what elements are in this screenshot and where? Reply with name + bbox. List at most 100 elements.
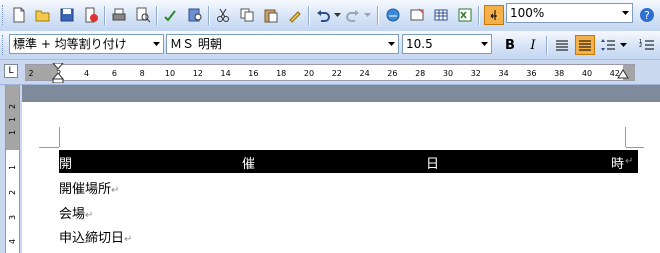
clipboard-icon <box>264 9 278 23</box>
show-hide-formatting-button[interactable] <box>484 5 504 25</box>
ruler-tick-label: 10 <box>164 69 176 78</box>
help-icon: ? <box>640 8 654 22</box>
align-left-button[interactable] <box>552 35 572 55</box>
vertical-ruler-strip: 2 1 1 1 2 3 4 <box>5 85 20 253</box>
ruler-tick-label: 14 <box>220 69 231 78</box>
printer-icon <box>112 8 126 21</box>
chevron-down-icon <box>333 13 341 17</box>
insert-table-button[interactable] <box>431 5 451 25</box>
heading-char: 時 <box>611 157 625 172</box>
permission-button[interactable] <box>81 5 101 25</box>
indent-marker-icon[interactable] <box>52 63 64 83</box>
italic-label: I <box>530 37 536 53</box>
toolbar-grip[interactable] <box>2 5 6 25</box>
scissors-icon <box>217 8 229 22</box>
vruler-tick-label: 1 <box>8 116 17 123</box>
zoom-value: 100% <box>510 6 545 20</box>
print-preview-button[interactable] <box>133 5 153 25</box>
save-button[interactable] <box>57 5 77 25</box>
undo-dropdown[interactable] <box>332 5 342 25</box>
copy-button[interactable] <box>237 5 257 25</box>
draw-table-icon <box>410 8 424 21</box>
heading-char: 催 <box>242 157 256 172</box>
separator <box>104 6 106 25</box>
ruler-tick-label: 16 <box>248 69 259 78</box>
new-document-button[interactable] <box>9 5 29 25</box>
format-painter-button[interactable] <box>285 5 305 25</box>
distributed-align-button[interactable] <box>575 35 595 55</box>
cut-button[interactable] <box>213 5 233 25</box>
hyperlink-icon <box>386 8 400 22</box>
chevron-down-icon <box>619 43 627 47</box>
bold-button[interactable]: B <box>500 35 520 55</box>
ruler-tick-label: 28 <box>415 69 426 78</box>
redo-dropdown[interactable] <box>362 5 372 25</box>
numbered-list-icon: 12 <box>639 39 654 50</box>
vruler-tick-label: 2 <box>8 103 17 110</box>
vruler-tick-label: 3 <box>8 214 17 221</box>
ruler-tick-label: 40 <box>581 69 593 78</box>
insert-excel-button[interactable] <box>455 5 475 25</box>
italic-button[interactable]: I <box>523 35 543 55</box>
ruler-tick-label: 6 <box>111 69 117 78</box>
undo-icon <box>317 10 330 22</box>
ruler-tick-label: 38 <box>554 69 565 78</box>
chevron-down-icon[interactable] <box>618 4 632 22</box>
save-disk-icon <box>60 8 74 22</box>
paste-button[interactable] <box>261 5 281 25</box>
brush-icon <box>289 11 301 23</box>
line-spacing-icon <box>601 39 615 51</box>
ruler-tick-label: 4 <box>84 69 90 78</box>
print-button[interactable] <box>109 5 129 25</box>
svg-text:2: 2 <box>639 43 642 49</box>
paragraph-mark: ↵ <box>111 185 120 196</box>
style-value: 標準 + 均等割り付け <box>13 37 127 51</box>
line-text: 開催場所 <box>59 182 112 197</box>
tab-selector[interactable]: L <box>4 64 18 78</box>
research-icon <box>188 8 202 22</box>
open-button[interactable] <box>33 5 53 25</box>
selected-heading-line[interactable] <box>59 150 638 173</box>
document-line[interactable]: 開催場所↵ <box>59 178 119 197</box>
ruler-tick-label: 34 <box>498 69 509 78</box>
font-size-select[interactable]: 10.5 <box>402 34 492 54</box>
right-indent-marker-icon[interactable] <box>617 68 629 80</box>
crop-mark <box>59 127 60 147</box>
print-preview-icon <box>136 7 151 23</box>
style-select[interactable]: 標準 + 均等割り付け <box>9 34 164 54</box>
help-button[interactable]: ? <box>637 5 657 25</box>
undo-button[interactable] <box>313 5 333 25</box>
chevron-down-icon[interactable] <box>477 35 491 53</box>
ruler-tick-label: 32 <box>470 69 481 78</box>
document-line[interactable]: 申込締切日↵ <box>59 227 132 246</box>
crop-mark <box>39 147 59 148</box>
insert-hyperlink-button[interactable] <box>383 5 403 25</box>
line-spacing-dropdown[interactable] <box>618 35 628 55</box>
vruler-tick-label: 1 <box>8 164 17 171</box>
numbering-button[interactable]: 12 <box>637 35 657 55</box>
vertical-ruler[interactable]: 2 1 1 1 2 3 4 <box>0 85 22 253</box>
ruler-tick-label: 18 <box>276 69 287 78</box>
separator <box>377 6 379 25</box>
chevron-down-icon[interactable] <box>384 35 398 53</box>
copy-icon <box>240 8 254 22</box>
paragraph-mark: ↵ <box>85 210 94 221</box>
chevron-down-icon[interactable] <box>149 35 163 53</box>
ruler-tick-label: 12 <box>192 69 203 78</box>
ruler-tick-label: 8 <box>139 69 145 78</box>
tables-borders-button[interactable] <box>407 5 427 25</box>
redo-button[interactable] <box>343 5 363 25</box>
ruler-tick-label: 30 <box>442 69 454 78</box>
research-button[interactable] <box>185 5 205 25</box>
spell-check-icon <box>164 10 176 22</box>
ruler-tick-label: 2 <box>28 69 34 78</box>
zoom-select[interactable]: 100% <box>506 3 633 23</box>
toolbar-grip[interactable] <box>2 35 6 55</box>
separator <box>208 6 210 25</box>
spelling-button[interactable] <box>161 5 181 25</box>
horizontal-ruler[interactable]: L 22468101214161820222426283032343638404… <box>0 60 660 85</box>
document-line[interactable]: 会場↵ <box>59 203 93 222</box>
document-gray-band <box>22 85 660 102</box>
line-spacing-button[interactable] <box>598 35 618 55</box>
font-select[interactable]: ＭＳ 明朝 <box>166 34 399 54</box>
